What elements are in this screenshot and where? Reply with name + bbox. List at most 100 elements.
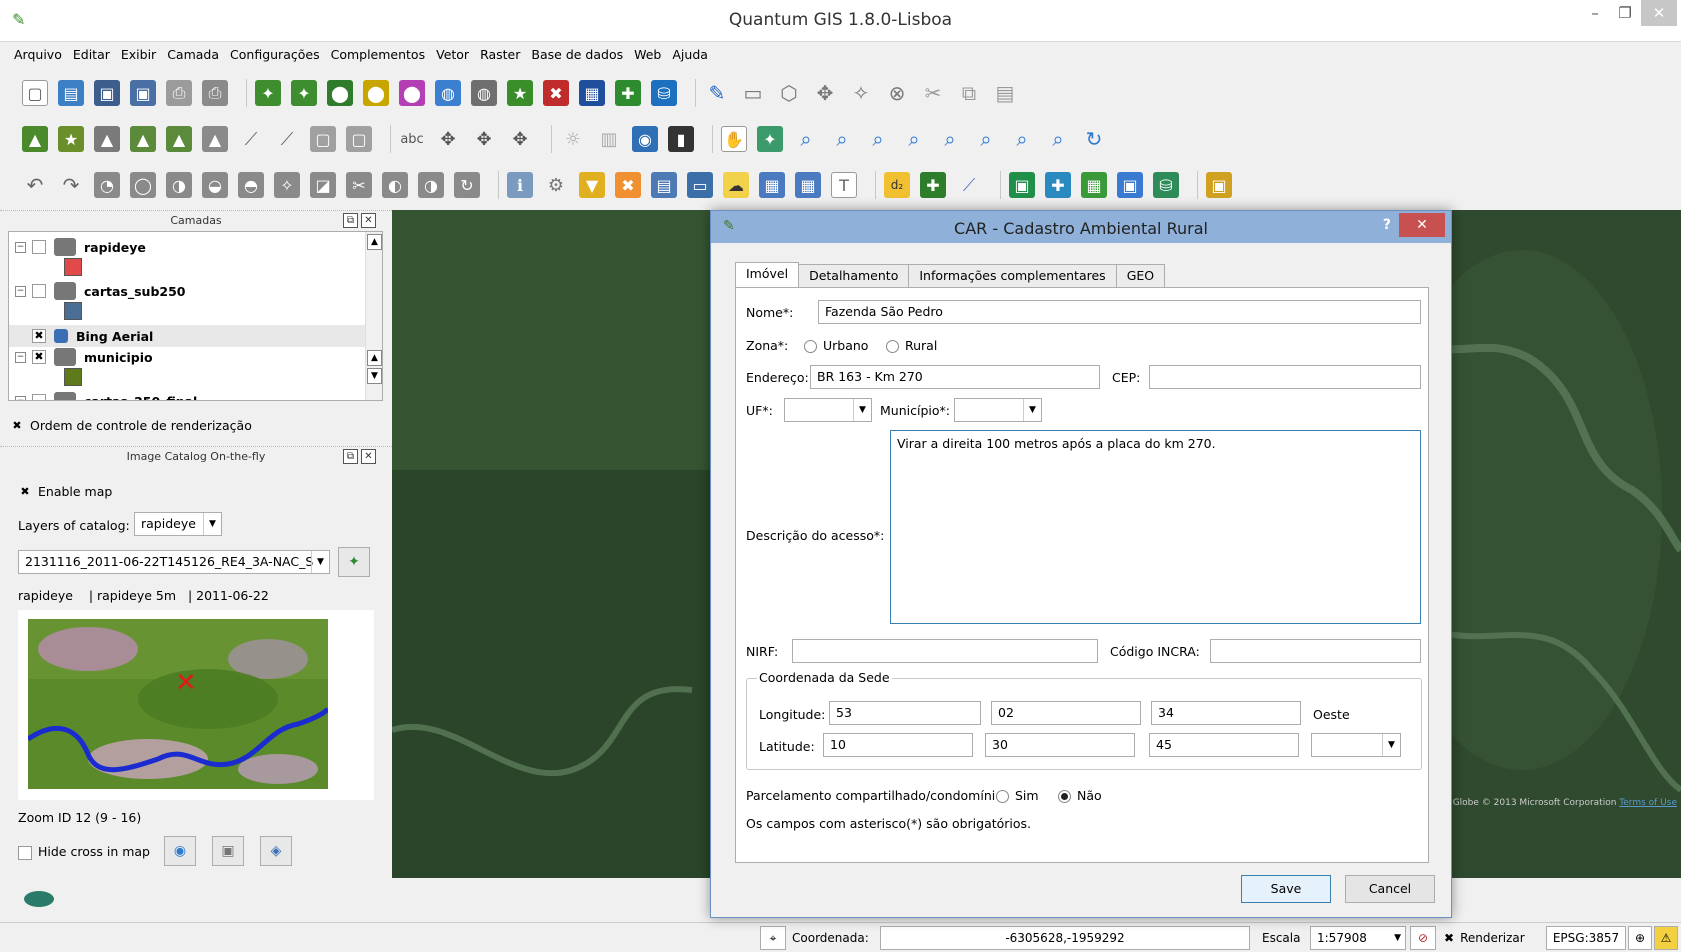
incra-input[interactable]	[1210, 639, 1421, 663]
attribute-table-icon[interactable]: ▤	[651, 172, 677, 198]
uf-select[interactable]: ▼	[784, 398, 872, 422]
redo-icon[interactable]: ↷	[58, 172, 84, 198]
menu-vetor[interactable]: Vetor	[436, 47, 469, 62]
measure-line-icon[interactable]: ▭	[687, 172, 713, 198]
measure-icon[interactable]: ▥	[596, 126, 622, 152]
offset-curve-icon[interactable]: ◪	[310, 172, 336, 198]
identify-icon[interactable]: ☼	[560, 126, 586, 152]
refresh-icon[interactable]: ↻	[1081, 126, 1107, 152]
descricao-textarea[interactable]: Virar a direita 100 metros após a placa …	[890, 430, 1421, 624]
delete-selected-icon[interactable]: ⊗	[884, 80, 910, 106]
latitude-degrees-input[interactable]: 10	[823, 733, 973, 757]
deselect-icon[interactable]: ✖	[615, 172, 641, 198]
collapse-icon[interactable]: −	[15, 285, 26, 297]
add-image-button[interactable]: ✦	[338, 547, 370, 577]
rapideye-layer-icon[interactable]: ▲	[22, 126, 48, 152]
menu-arquivo[interactable]: Arquivo	[14, 47, 62, 62]
cut-icon[interactable]: ✂	[920, 80, 946, 106]
export-icon[interactable]: ▣	[1206, 172, 1232, 198]
save-catalog-icon[interactable]: ▣	[1117, 172, 1143, 198]
copy-icon[interactable]: ⧉	[956, 80, 982, 106]
chevron-down-icon[interactable]: ▼	[1382, 734, 1400, 756]
close-panel-icon[interactable]: ✕	[361, 213, 376, 228]
menu-camada[interactable]: Camada	[167, 47, 219, 62]
delete-part-icon[interactable]: ◓	[238, 172, 264, 198]
zona-urbano-option[interactable]: Urbano	[804, 338, 868, 353]
coord-toggle-button[interactable]: ⌖	[760, 926, 786, 950]
zoom-selection-icon[interactable]: ⌕	[937, 126, 963, 152]
menu-raster[interactable]: Raster	[480, 47, 520, 62]
add-spatialite-icon[interactable]: ⬤	[363, 80, 389, 106]
new-gpx-icon[interactable]: ⛁	[651, 80, 677, 106]
pan-to-selection-icon[interactable]: ✦	[757, 126, 783, 152]
zoom-actual-icon[interactable]: ⌕	[865, 126, 891, 152]
edit-pencil-icon[interactable]: ✎	[704, 80, 730, 106]
menu-editar[interactable]: Editar	[73, 47, 110, 62]
layer-visibility-checkbox[interactable]: ✖	[32, 329, 46, 343]
tab-informacoes-complementares[interactable]: Informações complementares	[908, 264, 1117, 288]
layer-visibility-checkbox[interactable]: ✖	[32, 350, 46, 364]
restore-button[interactable]: ❐	[1607, 0, 1643, 26]
layer-edit-icon[interactable]: ▲	[202, 126, 228, 152]
layer-visibility-checkbox[interactable]	[32, 394, 46, 400]
zona-rural-option[interactable]: Rural	[886, 338, 937, 353]
menu-web[interactable]: Web	[634, 47, 661, 62]
add-mssql-icon[interactable]: ⬤	[399, 80, 425, 106]
move-label-icon[interactable]: ✥	[471, 126, 497, 152]
text-annotation-icon[interactable]: T	[831, 172, 857, 198]
terms-link[interactable]: Terms of Use	[1619, 798, 1677, 808]
menu-complementos[interactable]: Complementos	[331, 47, 426, 62]
longitude-seconds-input[interactable]: 34	[1151, 701, 1301, 725]
render-checkbox[interactable]: ✖	[1444, 931, 1454, 945]
add-postgis-icon[interactable]: ⬤	[327, 80, 353, 106]
scroll-up-icon[interactable]: ▲	[367, 234, 382, 250]
add-part-icon[interactable]: ◑	[166, 172, 192, 198]
new-bookmark-icon[interactable]: ▦	[759, 172, 785, 198]
layer-visibility-checkbox[interactable]	[32, 240, 46, 254]
open-project-icon[interactable]: ▤	[58, 80, 84, 106]
coord-field[interactable]: -6305628,-1959292	[880, 926, 1250, 950]
pan-hand-icon[interactable]: ✋	[721, 126, 747, 152]
vertex-icon[interactable]: ⟋	[956, 172, 982, 198]
menu-ajuda[interactable]: Ajuda	[672, 47, 708, 62]
node-tool-icon[interactable]: ✧	[848, 80, 874, 106]
select-icon[interactable]: ▼	[579, 172, 605, 198]
gps-icon[interactable]: ◉	[632, 126, 658, 152]
favorite-layer-icon[interactable]: ★	[58, 126, 84, 152]
crs-button[interactable]: EPSG:3857	[1546, 926, 1626, 950]
print-composer-icon[interactable]: ⎙	[166, 80, 192, 106]
stop-render-button[interactable]: ⊘	[1410, 926, 1436, 950]
layer-item-bing-aerial[interactable]: ✖ Bing Aerial	[9, 325, 365, 347]
image-select[interactable]: 2131116_2011-06-22T145126_RE4_3A-NAC_S ▼	[18, 550, 330, 574]
table-edit-icon[interactable]: ▢	[346, 126, 372, 152]
add-feature-icon[interactable]: ⬡	[776, 80, 802, 106]
longitude-degrees-input[interactable]: 53	[829, 701, 981, 725]
zoom-out-icon[interactable]: ⌕	[829, 126, 855, 152]
layer-item-rapideye[interactable]: − rapideye	[9, 236, 146, 258]
move-feature-icon[interactable]: ✥	[812, 80, 838, 106]
layer-style-icon[interactable]: ▲	[130, 126, 156, 152]
scroll-up-icon[interactable]: ▲	[367, 350, 382, 366]
dialog-close-button[interactable]: ✕	[1399, 213, 1445, 237]
menu-exibir[interactable]: Exibir	[121, 47, 156, 62]
municipio-select[interactable]: ▼	[954, 398, 1042, 422]
refresh-catalog-button[interactable]: ◉	[164, 836, 196, 866]
capture-polygon-icon[interactable]: ⟋	[274, 126, 300, 152]
python-plugin-icon[interactable]: ✚	[920, 172, 946, 198]
car-plugin-icon[interactable]: ▣	[1009, 172, 1035, 198]
info-catalog-button[interactable]: ◈	[260, 836, 292, 866]
menu-configuracoes[interactable]: Configurações	[230, 47, 320, 62]
window-close-button[interactable]: ✕	[1641, 0, 1677, 26]
save-edits-icon[interactable]: ▭	[740, 80, 766, 106]
rotate-label-icon[interactable]: ✥	[435, 126, 461, 152]
parcelamento-nao-option[interactable]: Não	[1058, 788, 1102, 803]
add-ring-icon[interactable]: ◯	[130, 172, 156, 198]
render-order-checkbox-row[interactable]: ✖ Ordem de controle de renderização	[10, 418, 251, 434]
longitude-minutes-input[interactable]: 02	[991, 701, 1141, 725]
simplify-icon[interactable]: ◔	[94, 172, 120, 198]
layer-item-cartas-250-final[interactable]: − cartas_250_final	[9, 390, 197, 400]
map-tips-icon[interactable]: ☁	[723, 172, 749, 198]
database-icon[interactable]: ⛁	[1153, 172, 1179, 198]
settings-gear-icon[interactable]: ⚙	[543, 172, 569, 198]
split-features-icon[interactable]: ✂	[346, 172, 372, 198]
